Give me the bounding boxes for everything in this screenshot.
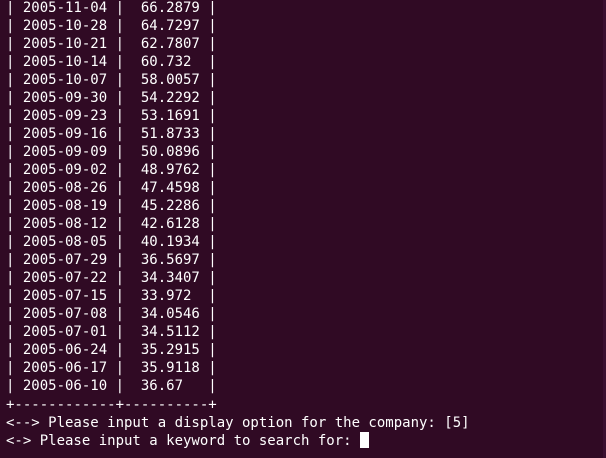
table-row: | 2005-09-09 | 50.0896 | (6, 144, 217, 160)
table-row: | 2005-10-21 | 62.7807 | (6, 36, 217, 52)
table-row: | 2005-10-28 | 64.7297 | (6, 18, 217, 34)
table-row: | 2005-10-14 | 60.732 | (6, 54, 217, 70)
table-row: | 2005-07-15 | 33.972 | (6, 288, 217, 304)
table-row: | 2005-10-07 | 58.0057 | (6, 72, 217, 88)
table-row: | 2005-07-29 | 36.5697 | (6, 252, 217, 268)
table-row: | 2005-09-16 | 51.8733 | (6, 126, 217, 142)
table-row: | 2005-08-12 | 42.6128 | (6, 216, 217, 232)
table-row: | 2005-06-24 | 35.2915 | (6, 342, 217, 358)
table-row: | 2005-07-08 | 34.0546 | (6, 306, 217, 322)
text-cursor[interactable] (360, 432, 370, 448)
table-row: | 2005-06-10 | 36.67 | (6, 378, 217, 394)
table-row: | 2005-07-22 | 34.3407 | (6, 270, 217, 286)
keyword-prompt-line[interactable]: <-> Please input a keyword to search for… (6, 432, 370, 450)
table-row: | 2005-08-19 | 45.2286 | (6, 198, 217, 214)
table-row: | 2005-11-04 | 66.2879 | (6, 0, 217, 16)
table-row: | 2005-09-02 | 48.9762 | (6, 162, 217, 178)
display-option-prompt: <--> Please input a display option for t… (6, 415, 470, 431)
table-row: | 2005-07-01 | 34.5112 | (6, 324, 217, 340)
table-border: +------------+----------+ (6, 397, 217, 413)
table-row: | 2005-08-26 | 47.4598 | (6, 180, 217, 196)
terminal-window[interactable]: | 2005-11-04 | 66.2879 | | 2005-10-28 | … (0, 0, 606, 458)
keyword-prompt: <-> Please input a keyword to search for… (6, 433, 361, 449)
table-row: | 2005-09-23 | 53.1691 | (6, 108, 217, 124)
table-row: | 2005-08-05 | 40.1934 | (6, 234, 217, 250)
table-row: | 2005-09-30 | 54.2292 | (6, 90, 217, 106)
table-row: | 2005-06-17 | 35.9118 | (6, 360, 217, 376)
